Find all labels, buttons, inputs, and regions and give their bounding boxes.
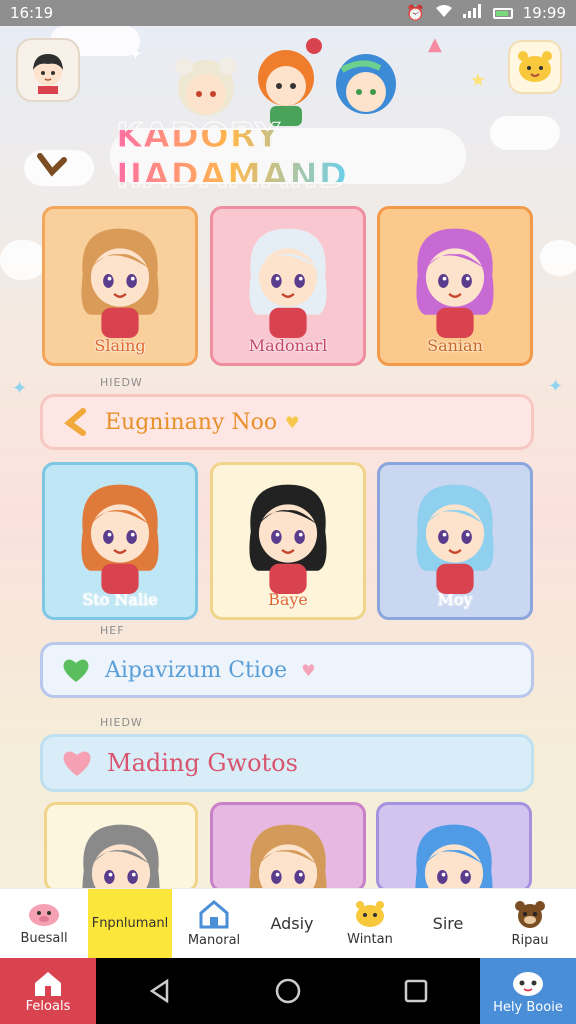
battery-icon (492, 7, 513, 19)
character-card[interactable]: Sto Nalie (42, 462, 198, 620)
alarm-icon: ⏰ (406, 4, 425, 22)
cloud-decoration (0, 240, 46, 280)
character-card[interactable]: Sanian (377, 206, 533, 366)
home-icon (35, 971, 61, 996)
section-label: HEF (100, 624, 125, 637)
feloals-button[interactable]: Feloals (0, 958, 96, 1024)
character-card[interactable] (210, 802, 366, 892)
tab-label: Buesall (20, 931, 68, 946)
character-card[interactable] (376, 802, 532, 892)
category-banner-1[interactable]: Eugninany Noo ♥ (40, 394, 534, 450)
character-card[interactable] (44, 802, 198, 892)
character-illustration (82, 824, 160, 889)
system-navigation-bar: Feloals Hely Booie (0, 958, 576, 1024)
feloals-label: Feloals (25, 998, 71, 1014)
heart-bubble-icon (63, 659, 89, 682)
status-clock-right: 19:99 (522, 4, 566, 22)
status-bar: 16:19 ⏰ 19:99 (0, 0, 576, 26)
character-card[interactable]: Slaing (42, 206, 198, 366)
wifi-icon (435, 4, 453, 22)
tab-sire[interactable]: Sire (412, 889, 484, 959)
home-icon (199, 900, 229, 929)
app-logo: KADORY IIADAMAND (116, 116, 460, 197)
help-label: Hely Booie (493, 999, 563, 1015)
section-label: HIEDW (100, 376, 143, 389)
heart-icon (63, 751, 91, 776)
sparkle-icon: ✦ (12, 378, 28, 399)
sparkle-icon: ✦ (128, 44, 144, 65)
home-circle-icon[interactable] (274, 977, 302, 1005)
sparkle-icon: ♥ (285, 412, 300, 432)
category-banner-2[interactable]: Aipavizum Ctioe ♥ (40, 642, 534, 698)
recents-square-icon[interactable] (403, 978, 429, 1004)
back-triangle-icon[interactable] (147, 978, 173, 1004)
signal-icon (462, 4, 483, 22)
tab-label: Fnpnlumanl (91, 916, 169, 931)
chevron-left-icon (37, 153, 67, 177)
character-illustration (416, 228, 494, 339)
profile-avatar-button[interactable] (16, 38, 80, 102)
sparkle-icon: ★ (470, 70, 487, 91)
character-illustration (81, 484, 159, 595)
tab-fnpnlumanl[interactable]: Fnpnlumanl (88, 888, 172, 959)
banner-title: Mading Gwotos (107, 749, 298, 777)
help-button[interactable]: Hely Booie (480, 958, 576, 1024)
arrow-left-icon (64, 408, 86, 436)
character-illustration (249, 484, 327, 595)
bottom-tab-bar: Buesall Fnpnlumanl Manoral Adsiy Wintan … (0, 888, 576, 959)
back-button[interactable] (30, 146, 70, 186)
category-banner-3[interactable]: Mading Gwotos (40, 734, 534, 792)
character-illustration (249, 824, 327, 889)
section-label: HIEDW (100, 716, 143, 729)
sparkle-icon: ✦ (548, 376, 564, 397)
character-illustration (249, 228, 327, 339)
mascot-button[interactable] (508, 40, 562, 94)
character-illustration (416, 484, 494, 595)
tab-adsiy[interactable]: Adsiy (256, 889, 328, 959)
tab-ripau[interactable]: Ripau (484, 889, 576, 959)
tab-label: Ripau (511, 933, 549, 948)
character-card[interactable]: Moy (377, 462, 533, 620)
tab-manoral[interactable]: Manoral (172, 889, 256, 959)
boy-avatar-icon (33, 54, 63, 94)
yellow-mascot-icon (356, 901, 384, 927)
banner-title: Eugninany Noo (105, 409, 278, 435)
ghost-mascot-icon (513, 971, 543, 996)
tab-label: Manoral (187, 933, 241, 948)
sparkle-icon: ▲ (428, 34, 442, 55)
cloud-decoration (490, 116, 560, 150)
character-card[interactable]: Baye (210, 462, 366, 620)
pig-icon (29, 904, 59, 926)
yellow-mascot-icon (518, 51, 552, 82)
tab-wintan[interactable]: Wintan (328, 889, 412, 959)
character-card[interactable]: Madonarl (210, 206, 366, 366)
banner-title: Aipavizum Ctioe (105, 657, 288, 683)
tab-label: Adsiy (270, 914, 314, 933)
heart-icon: ♥ (301, 660, 316, 680)
cloud-decoration (540, 240, 576, 276)
tab-label: Sire (432, 914, 464, 933)
status-time: 16:19 (10, 4, 54, 22)
character-illustration (81, 228, 159, 339)
tab-label: Wintan (347, 932, 393, 947)
bear-icon (515, 901, 545, 928)
character-illustration (415, 824, 493, 889)
tab-buesall[interactable]: Buesall (0, 889, 88, 959)
